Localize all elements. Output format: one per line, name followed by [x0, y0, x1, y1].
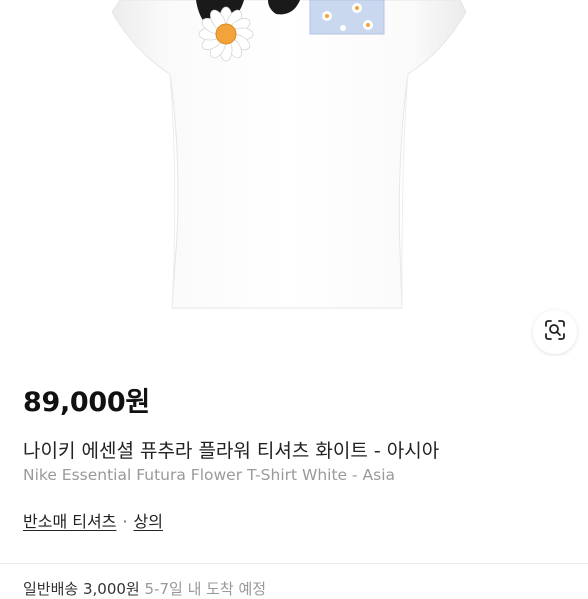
tshirt-illustration	[111, 0, 467, 309]
product-price: 89,000원	[23, 387, 150, 418]
category-link-main[interactable]: 상의	[134, 512, 163, 531]
product-title-english: Nike Essential Futura Flower T-Shirt Whi…	[23, 466, 395, 484]
breadcrumb-separator: ·	[122, 512, 128, 531]
image-search-lens-icon	[543, 318, 567, 346]
shipping-info: 일반배송 3,000원 5-7일 내 도착 예정	[23, 578, 266, 599]
section-divider	[0, 563, 588, 564]
category-link-sub[interactable]: 반소매 티셔츠	[23, 512, 116, 531]
chest-pocket	[309, 0, 385, 35]
tshirt-body	[111, 0, 467, 309]
product-image[interactable]	[0, 0, 588, 356]
product-title-korean: 나이키 에센셜 퓨추라 플라워 티셔츠 화이트 - 아시아	[23, 440, 440, 462]
shipping-eta: 5-7일 내 도착 예정	[144, 580, 267, 598]
shipping-fee: 일반배송 3,000원	[23, 580, 140, 598]
category-breadcrumb: 반소매 티셔츠 · 상의	[23, 508, 163, 532]
image-search-button[interactable]	[533, 310, 577, 354]
